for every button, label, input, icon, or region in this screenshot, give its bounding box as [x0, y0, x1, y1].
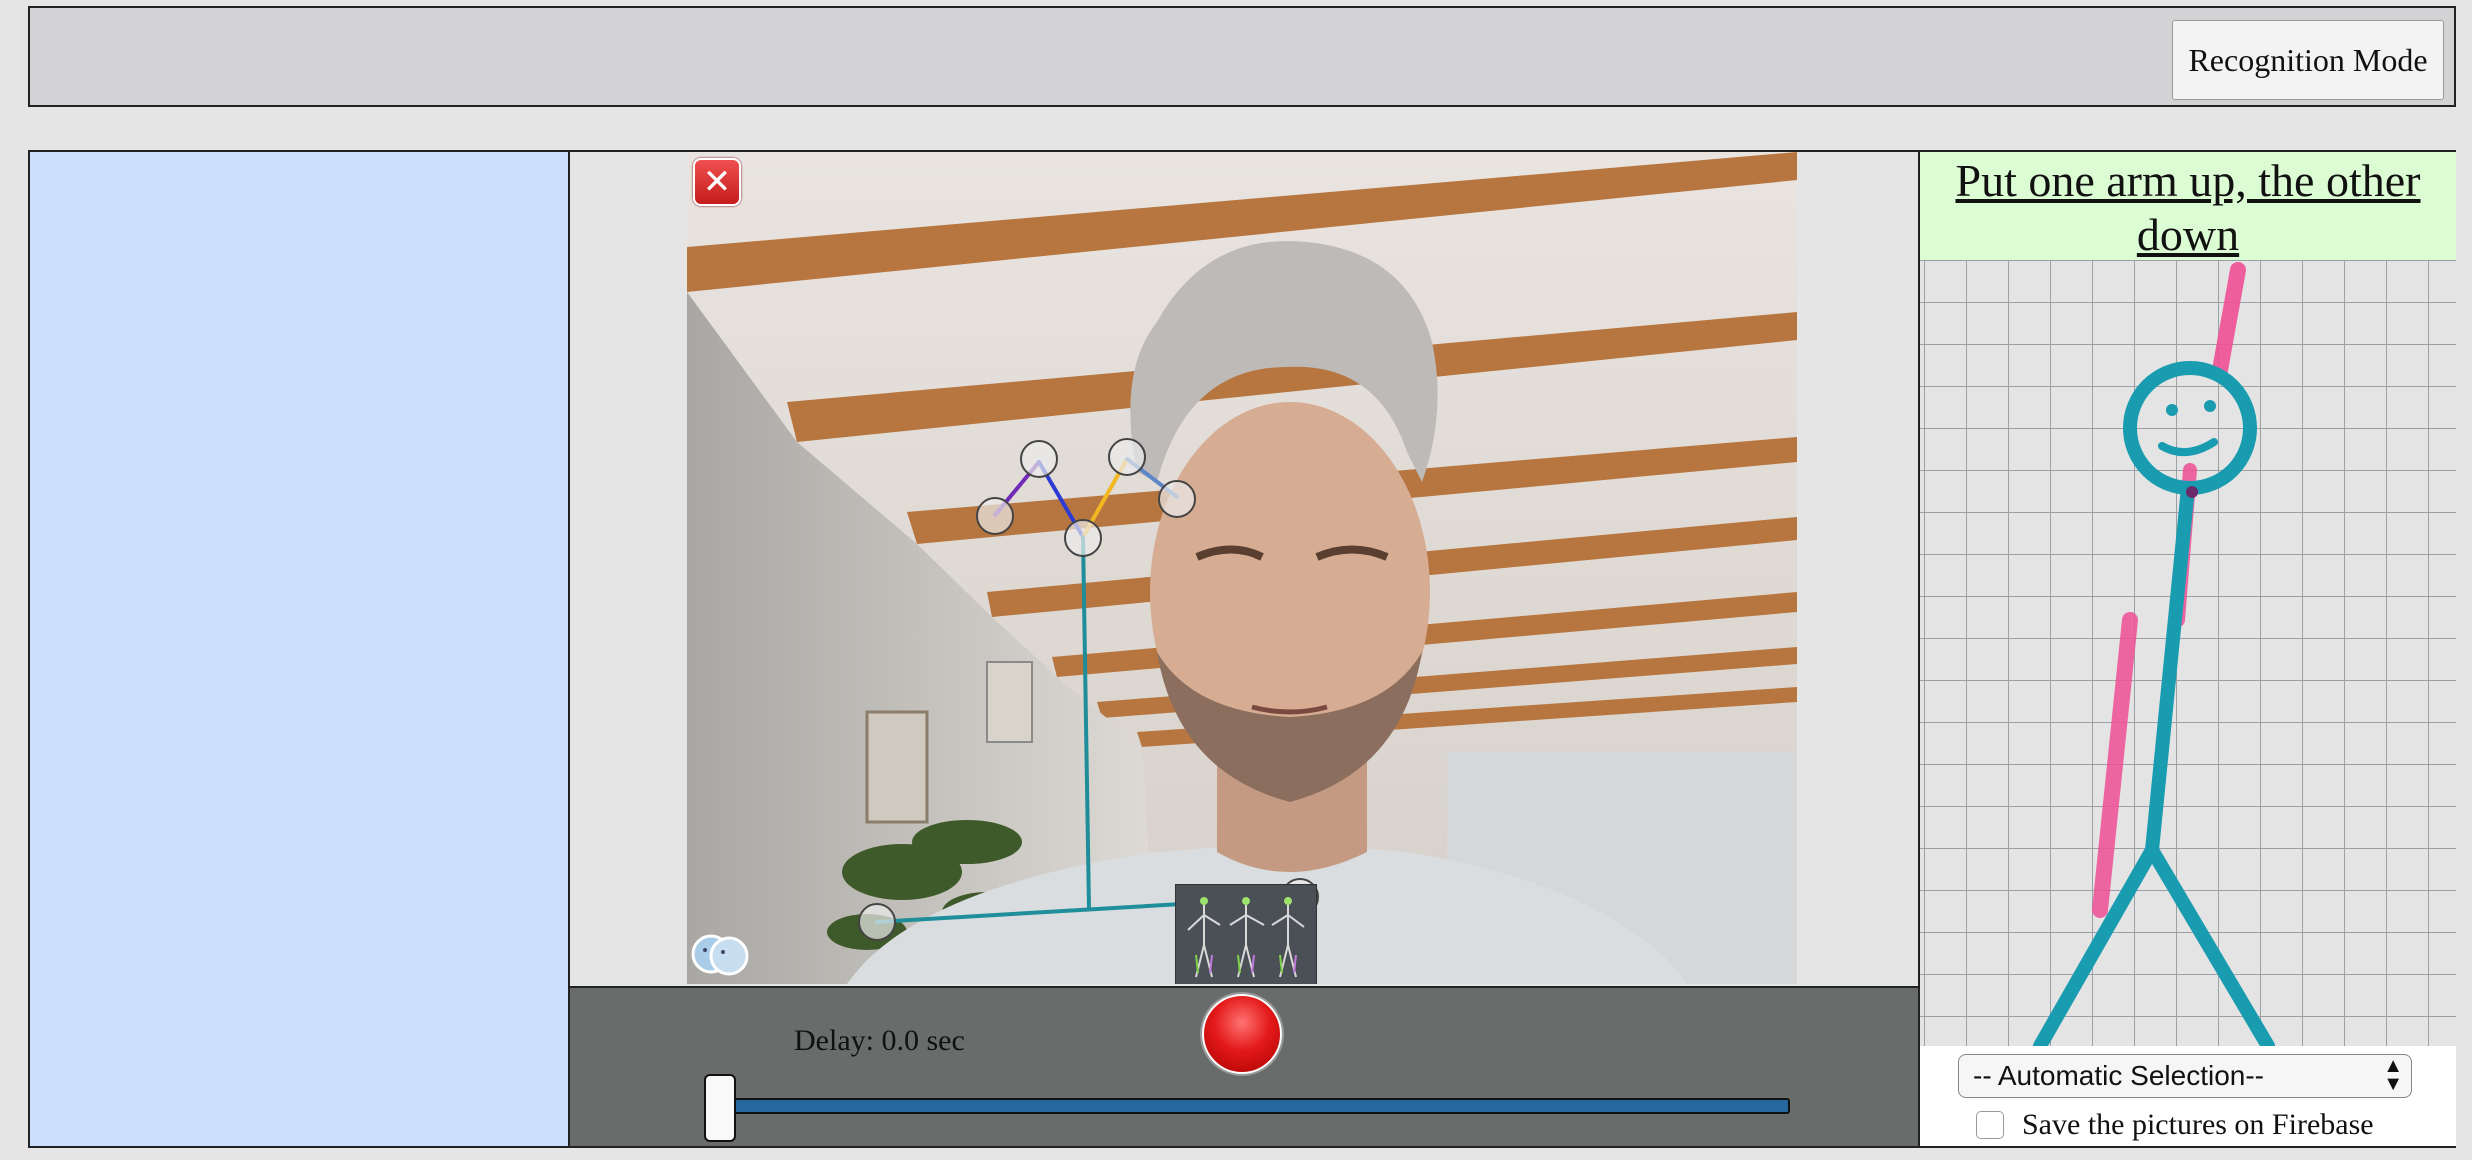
camera-image [687, 152, 1797, 984]
record-icon[interactable] [1202, 994, 1282, 1074]
main-frame: ✕ Delay: 0.0 sec Put one arm up, the oth… [28, 150, 2456, 1148]
recording-controls: Delay: 0.0 sec [570, 986, 1918, 1146]
pose-select-value: -- Automatic Selection-- [1973, 1060, 2264, 1091]
faces-icon-graphic [691, 934, 749, 976]
select-arrows-icon: ▲ ▼ [2383, 1055, 2403, 1095]
pose-select-dropdown[interactable]: -- Automatic Selection-- ▲ ▼ [1958, 1054, 2412, 1098]
top-toolbar: Recognition Mode [28, 6, 2456, 107]
instruction-panel: Put one arm up, the other down -- Automa… [1918, 152, 2456, 1146]
stick-figure-graphic [1920, 260, 2456, 1046]
center-area: ✕ Delay: 0.0 sec [570, 152, 1918, 1146]
close-icon[interactable]: ✕ [693, 158, 741, 206]
left-panel [30, 152, 570, 1146]
save-pictures-label: Save the pictures on Firebase [2022, 1108, 2374, 1141]
recognition-mode-button[interactable]: Recognition Mode [2172, 20, 2444, 100]
delay-slider-thumb[interactable] [704, 1074, 736, 1142]
pose-thumbnail-figures [1187, 897, 1305, 978]
pose-thumbnail-icon[interactable] [1175, 884, 1317, 984]
instruction-text[interactable]: Put one arm up, the other down [1920, 152, 2456, 260]
save-option-row: Save the pictures on Firebase [1976, 1108, 2374, 1142]
faces-icon[interactable] [691, 928, 751, 980]
stick-figure-drawing [1920, 260, 2456, 1046]
delay-label: Delay: 0.0 sec [794, 1024, 965, 1057]
delay-slider-track[interactable] [710, 1098, 1790, 1114]
save-pictures-checkbox[interactable] [1976, 1111, 2004, 1139]
camera-view: ✕ [687, 152, 1797, 984]
